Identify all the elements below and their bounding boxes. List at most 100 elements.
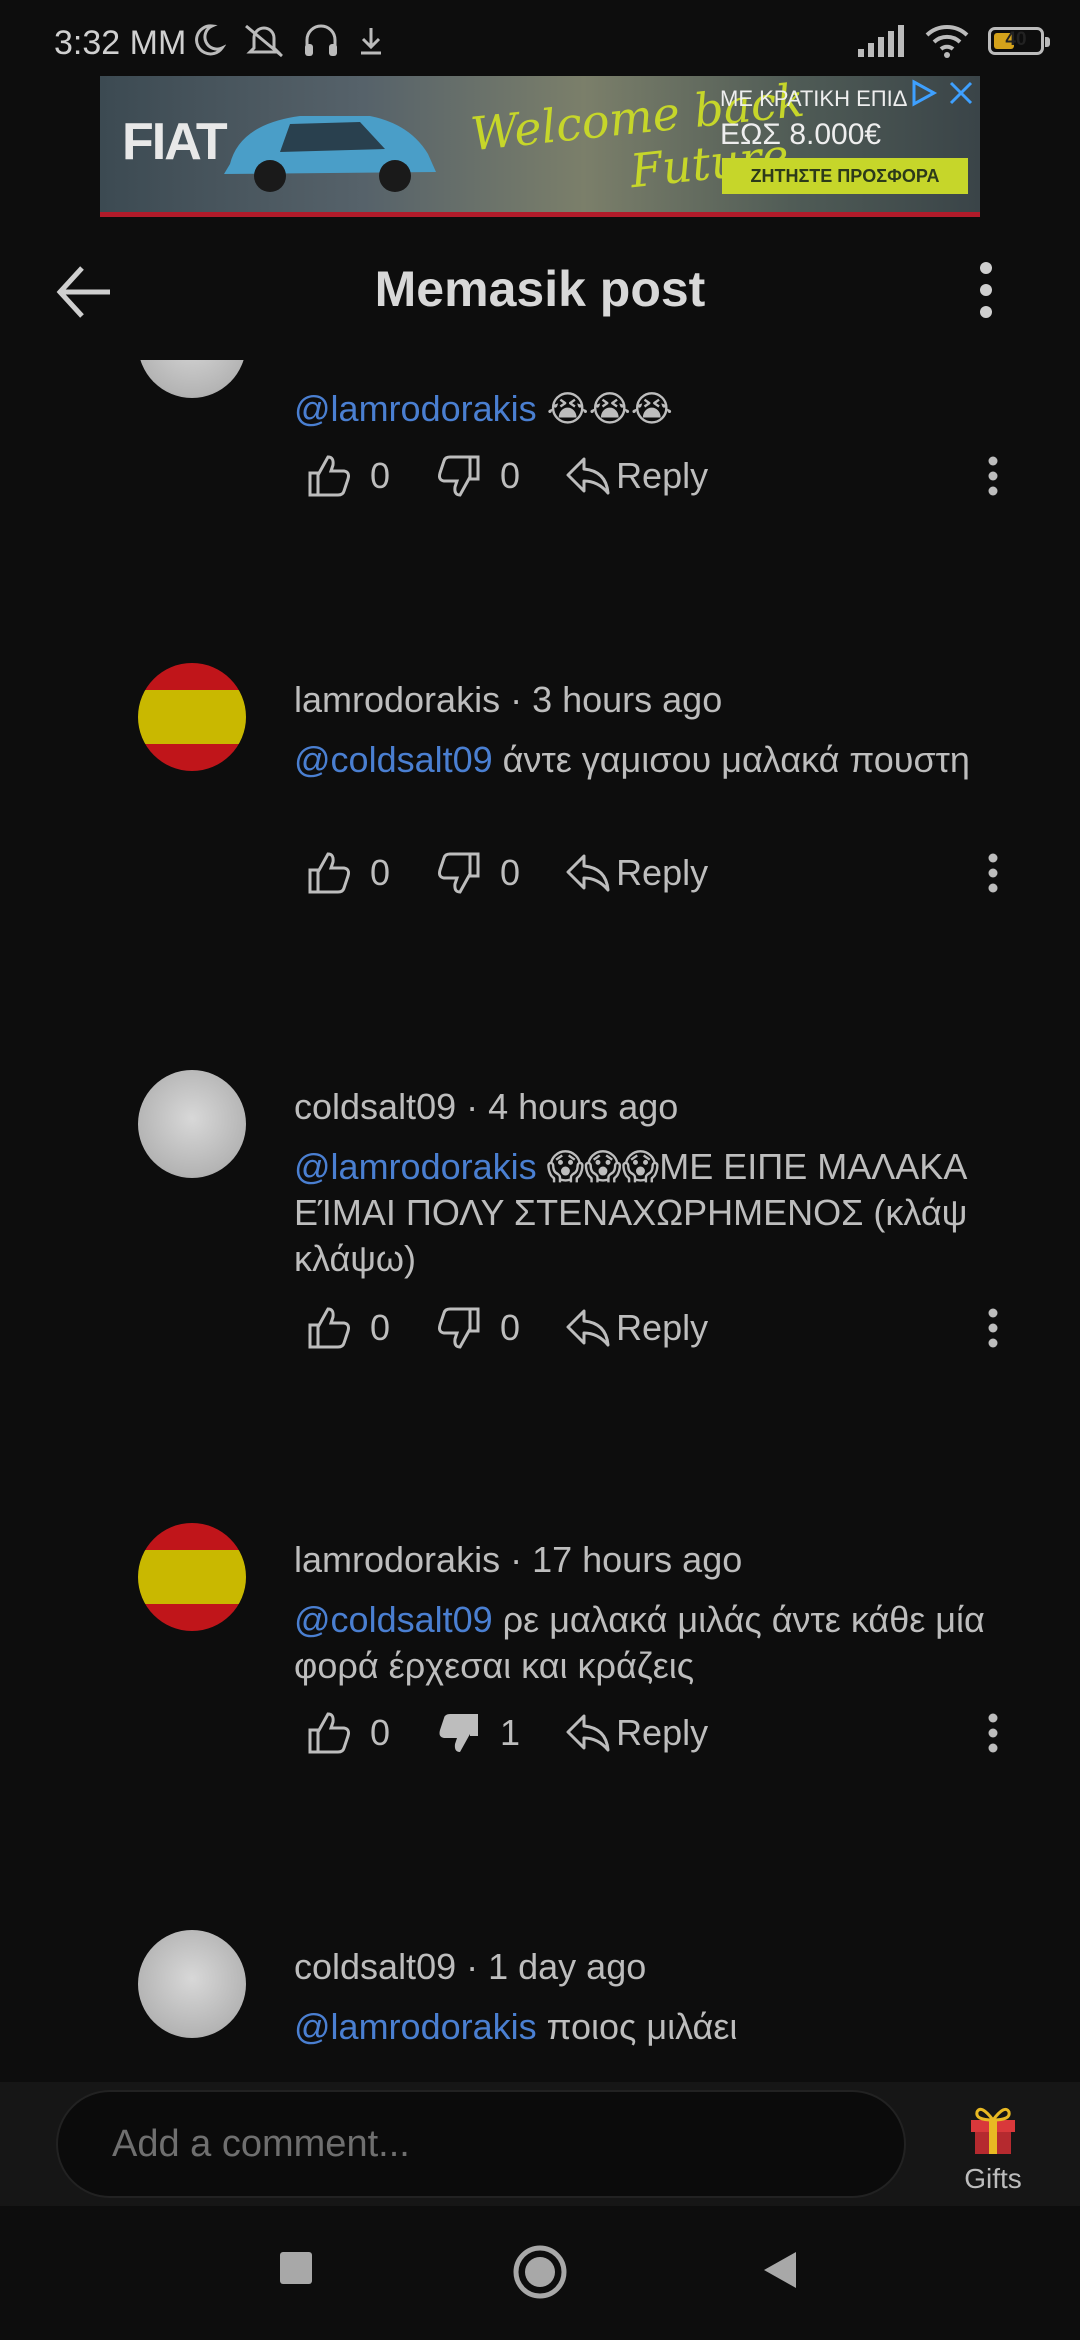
recents-square-icon[interactable] xyxy=(278,2250,314,2286)
comment-time: 17 hours ago xyxy=(532,1539,743,1580)
thumbs-down-icon xyxy=(438,455,480,497)
comment-meta: lamrodorakis · 17 hours ago xyxy=(294,1539,743,1580)
close-icon[interactable] xyxy=(946,78,976,108)
avatar[interactable] xyxy=(138,1930,246,2038)
battery-level: 40 xyxy=(1005,29,1027,50)
reply-icon xyxy=(566,854,610,892)
dislike-count: 0 xyxy=(500,1307,521,1348)
comment-actions: 0 0 Reply xyxy=(306,1300,708,1356)
like-count: 0 xyxy=(370,1307,391,1348)
like-count: 0 xyxy=(370,455,391,496)
ad-banner[interactable]: FIAT Welcome back Future ΜΕ ΚΡΑΤΙΚΗ ΕΠΙΔ… xyxy=(100,76,980,217)
reply-button[interactable]: Reply xyxy=(564,850,708,896)
signal-icon xyxy=(858,25,904,57)
ad-line-2: ΕΩΣ 8.000€ xyxy=(720,118,882,151)
ad-cta-button[interactable]: ΖΗΤΗΣΤΕ ΠΡΟΣΦΟΡΑ xyxy=(722,158,968,194)
comment-time: 1 day ago xyxy=(488,1946,647,1987)
wifi-icon xyxy=(925,25,969,58)
car-image xyxy=(224,116,436,192)
like-button[interactable]: 0 xyxy=(306,1305,390,1351)
thumbs-down-icon xyxy=(438,852,480,894)
headphones-icon xyxy=(305,24,337,56)
comment-text: @lamrodorakis 😭😭😭 xyxy=(294,388,673,429)
comment-time: 4 hours ago xyxy=(488,1086,679,1127)
status-bar: 3:32 MM 40 xyxy=(0,0,1080,80)
system-nav-bar xyxy=(0,2206,1080,2340)
reply-icon xyxy=(566,457,610,495)
like-count: 0 xyxy=(370,852,391,893)
like-button[interactable]: 0 xyxy=(306,850,390,896)
thumbs-up-icon xyxy=(308,455,350,497)
comment-actions: 0 0 Reply xyxy=(306,448,708,504)
comment-actions: 0 0 Reply xyxy=(306,845,708,901)
dislike-count: 0 xyxy=(500,455,521,496)
reply-label: Reply xyxy=(616,455,709,496)
thumbs-down-icon xyxy=(438,1307,480,1349)
reply-button[interactable]: Reply xyxy=(564,453,708,499)
reply-button[interactable]: Reply xyxy=(564,1710,708,1756)
comment-author[interactable]: lamrodorakis xyxy=(294,679,500,720)
reply-button[interactable]: Reply xyxy=(564,1305,708,1351)
thumbs-up-icon xyxy=(308,1712,350,1754)
download-icon xyxy=(361,28,381,55)
dislike-count: 1 xyxy=(500,1712,521,1753)
bell-off-icon xyxy=(245,24,283,58)
mention-link[interactable]: @lamrodorakis xyxy=(294,1146,537,1187)
reply-label: Reply xyxy=(616,1712,709,1753)
mention-link[interactable]: @coldsalt09 xyxy=(294,739,493,780)
like-count: 0 xyxy=(370,1712,391,1753)
avatar[interactable] xyxy=(138,360,246,398)
mention-link[interactable]: @lamrodorakis xyxy=(294,2006,537,2047)
comment-text: @coldsalt09 άντε γαμισου μαλακά πουστη xyxy=(294,739,970,780)
comment-author[interactable]: coldsalt09 xyxy=(294,1086,456,1127)
reply-label: Reply xyxy=(616,852,709,893)
avatar[interactable] xyxy=(138,1523,246,1631)
dislike-button[interactable]: 0 xyxy=(436,1305,520,1351)
dislike-button[interactable]: 0 xyxy=(436,850,520,896)
thumbs-up-icon xyxy=(308,852,350,894)
adchoices-icon[interactable] xyxy=(908,78,940,108)
reply-icon xyxy=(566,1714,610,1752)
dislike-count: 0 xyxy=(500,852,521,893)
ad-controls xyxy=(908,78,976,108)
status-time: 3:32 MM xyxy=(54,24,187,62)
comment-author[interactable]: lamrodorakis xyxy=(294,1539,500,1580)
comment-composer: Add a comment... Gifts xyxy=(0,2082,1080,2206)
comment-meta: coldsalt09 · 1 day ago xyxy=(294,1946,647,1987)
comment-actions: 0 1 Reply xyxy=(306,1705,708,1761)
comment-input[interactable]: Add a comment... xyxy=(56,2090,906,2198)
mention-link[interactable]: @coldsalt09 xyxy=(294,1599,493,1640)
reply-label: Reply xyxy=(616,1307,709,1348)
comment-more-icon[interactable] xyxy=(978,850,1008,896)
comment-time: 3 hours ago xyxy=(532,679,723,720)
back-triangle-icon[interactable] xyxy=(762,2250,798,2290)
comment-more-icon[interactable] xyxy=(978,1305,1008,1351)
more-options-icon[interactable] xyxy=(970,258,1002,322)
battery-icon: 40 xyxy=(988,27,1050,55)
app-header: Memasik post xyxy=(0,230,1080,350)
like-button[interactable]: 0 xyxy=(306,453,390,499)
status-left-icons xyxy=(190,22,386,58)
home-circle-icon[interactable] xyxy=(512,2244,568,2300)
gift-icon xyxy=(971,2107,1015,2154)
comment-more-icon[interactable] xyxy=(978,1710,1008,1756)
avatar[interactable] xyxy=(138,663,246,771)
dislike-button[interactable]: 0 xyxy=(436,453,520,499)
reply-icon xyxy=(566,1309,610,1347)
dislike-button[interactable]: 1 xyxy=(436,1710,520,1756)
status-right-icons: 40 xyxy=(856,24,1050,58)
avatar[interactable] xyxy=(138,1070,246,1178)
like-button[interactable]: 0 xyxy=(306,1710,390,1756)
comment-meta: lamrodorakis · 3 hours ago xyxy=(294,679,723,720)
thumbs-down-filled-icon xyxy=(439,1714,479,1752)
comment-more-icon[interactable] xyxy=(978,453,1008,499)
comment-text: @coldsalt09 ρε μαλακά μιλάς άντε κάθε μί… xyxy=(294,1599,985,1686)
comment-text: @lamrodorakis 😱😱😱ΜΕ ΕΙΠΕ ΜΑΛΑΚΑ ΕΊΜΑΙ ΠΟ… xyxy=(294,1146,968,1279)
gifts-button[interactable]: Gifts xyxy=(948,2100,1038,2195)
comment-author[interactable]: coldsalt09 xyxy=(294,1946,456,1987)
moon-icon xyxy=(195,24,226,56)
comment-meta: coldsalt09 · 4 hours ago xyxy=(294,1086,679,1127)
comments-list[interactable]: @lamrodorakis 😭😭😭 0 0 Reply lamrodorakis… xyxy=(0,360,1080,2080)
page-title: Memasik post xyxy=(374,261,706,317)
mention-link[interactable]: @lamrodorakis xyxy=(294,388,537,429)
